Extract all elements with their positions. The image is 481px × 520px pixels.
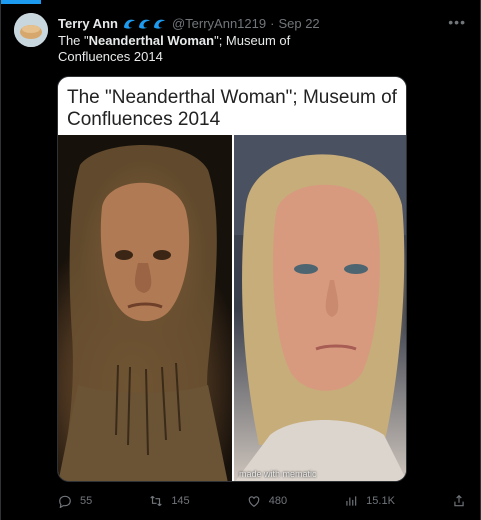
reply-icon <box>59 495 71 508</box>
retweet-icon <box>150 495 162 507</box>
separator-dot: · <box>270 15 275 31</box>
tweet-header: Terry Ann @TerryAnn1219 · Sep 22 <box>58 13 466 33</box>
card-title: The "Neanderthal Woman"; Museum of Confl… <box>58 77 406 135</box>
media-card[interactable]: The "Neanderthal Woman"; Museum of Confl… <box>57 76 407 482</box>
woman-photo: made with mematic <box>234 135 406 481</box>
tweet-text: The "Neanderthal Woman"; Museum of Confl… <box>58 33 308 65</box>
wave-icon <box>138 19 151 29</box>
neanderthal-photo <box>58 135 232 481</box>
retweet-count: 145 <box>171 495 190 507</box>
tweet-text-bold: Neanderthal Woman <box>88 33 215 48</box>
author-handle[interactable]: @TerryAnn1219 <box>172 16 266 31</box>
badge-group <box>123 17 166 30</box>
tweet-text-pre: The " <box>58 33 89 48</box>
top-accent-bar <box>1 0 41 4</box>
avatar[interactable] <box>14 13 48 47</box>
wave-icon <box>123 19 136 29</box>
retweet-button[interactable]: 145 <box>149 494 190 508</box>
views-count: 15.1K <box>366 495 395 507</box>
action-bar: 55 145 480 15.1K <box>58 492 466 510</box>
reply-button[interactable]: 55 <box>58 494 92 508</box>
like-count: 480 <box>268 495 288 507</box>
share-icon <box>454 494 464 507</box>
watermark-text: made with mematic <box>239 469 317 479</box>
tweet-date[interactable]: Sep 22 <box>278 16 319 31</box>
views-button[interactable]: 15.1K <box>344 494 395 508</box>
tweet-container: Terry Ann @TerryAnn1219 · Sep 22 ••• The… <box>0 0 481 520</box>
share-button[interactable] <box>452 494 466 508</box>
like-button[interactable]: 480 <box>247 494 287 508</box>
author-name[interactable]: Terry Ann <box>58 16 118 31</box>
reply-count: 55 <box>80 495 93 507</box>
bar-chart-icon <box>346 496 357 506</box>
heart-icon <box>248 496 259 507</box>
more-icon[interactable]: ••• <box>448 14 466 30</box>
wave-icon <box>153 19 166 29</box>
